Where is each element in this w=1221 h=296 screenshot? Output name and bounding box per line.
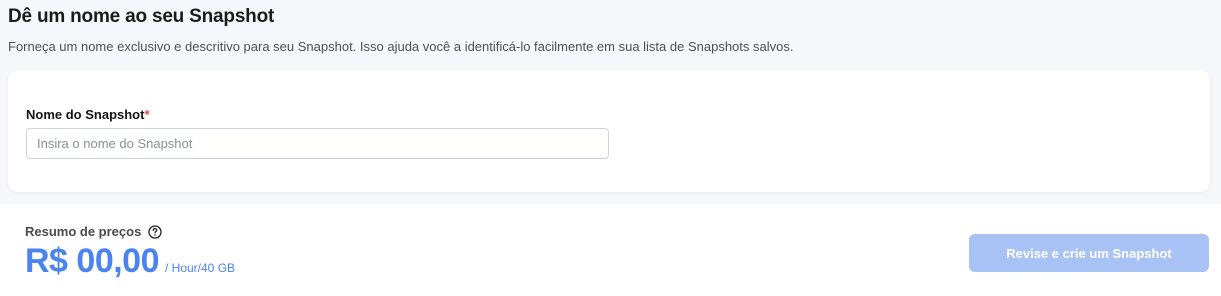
pricing-footer: Resumo de preços R$ 00,00 / Hour/40 GB R… (0, 204, 1221, 296)
price-unit: / Hour/40 GB (165, 261, 236, 275)
price-summary-label: Resumo de preços (25, 224, 142, 239)
snapshot-name-page: Dê um nome ao seu Snapshot Forneça um no… (0, 0, 1221, 296)
snapshot-name-label-text: Nome do Snapshot (26, 107, 145, 122)
price-display: R$ 00,00 / Hour/40 GB (25, 242, 235, 281)
question-circle-icon[interactable] (148, 224, 162, 239)
page-title: Dê um nome ao seu Snapshot (8, 6, 275, 27)
price-value: R$ 00,00 (25, 242, 160, 280)
snapshot-name-input[interactable] (26, 128, 609, 159)
snapshot-name-label: Nome do Snapshot* (26, 107, 150, 122)
snapshot-name-card: Nome do Snapshot* (8, 70, 1210, 192)
review-create-snapshot-button[interactable]: Revise e crie um Snapshot (969, 234, 1209, 272)
price-summary-header: Resumo de preços (25, 224, 162, 239)
page-description: Forneça um nome exclusivo e descritivo p… (8, 39, 794, 54)
required-marker: * (144, 107, 150, 122)
